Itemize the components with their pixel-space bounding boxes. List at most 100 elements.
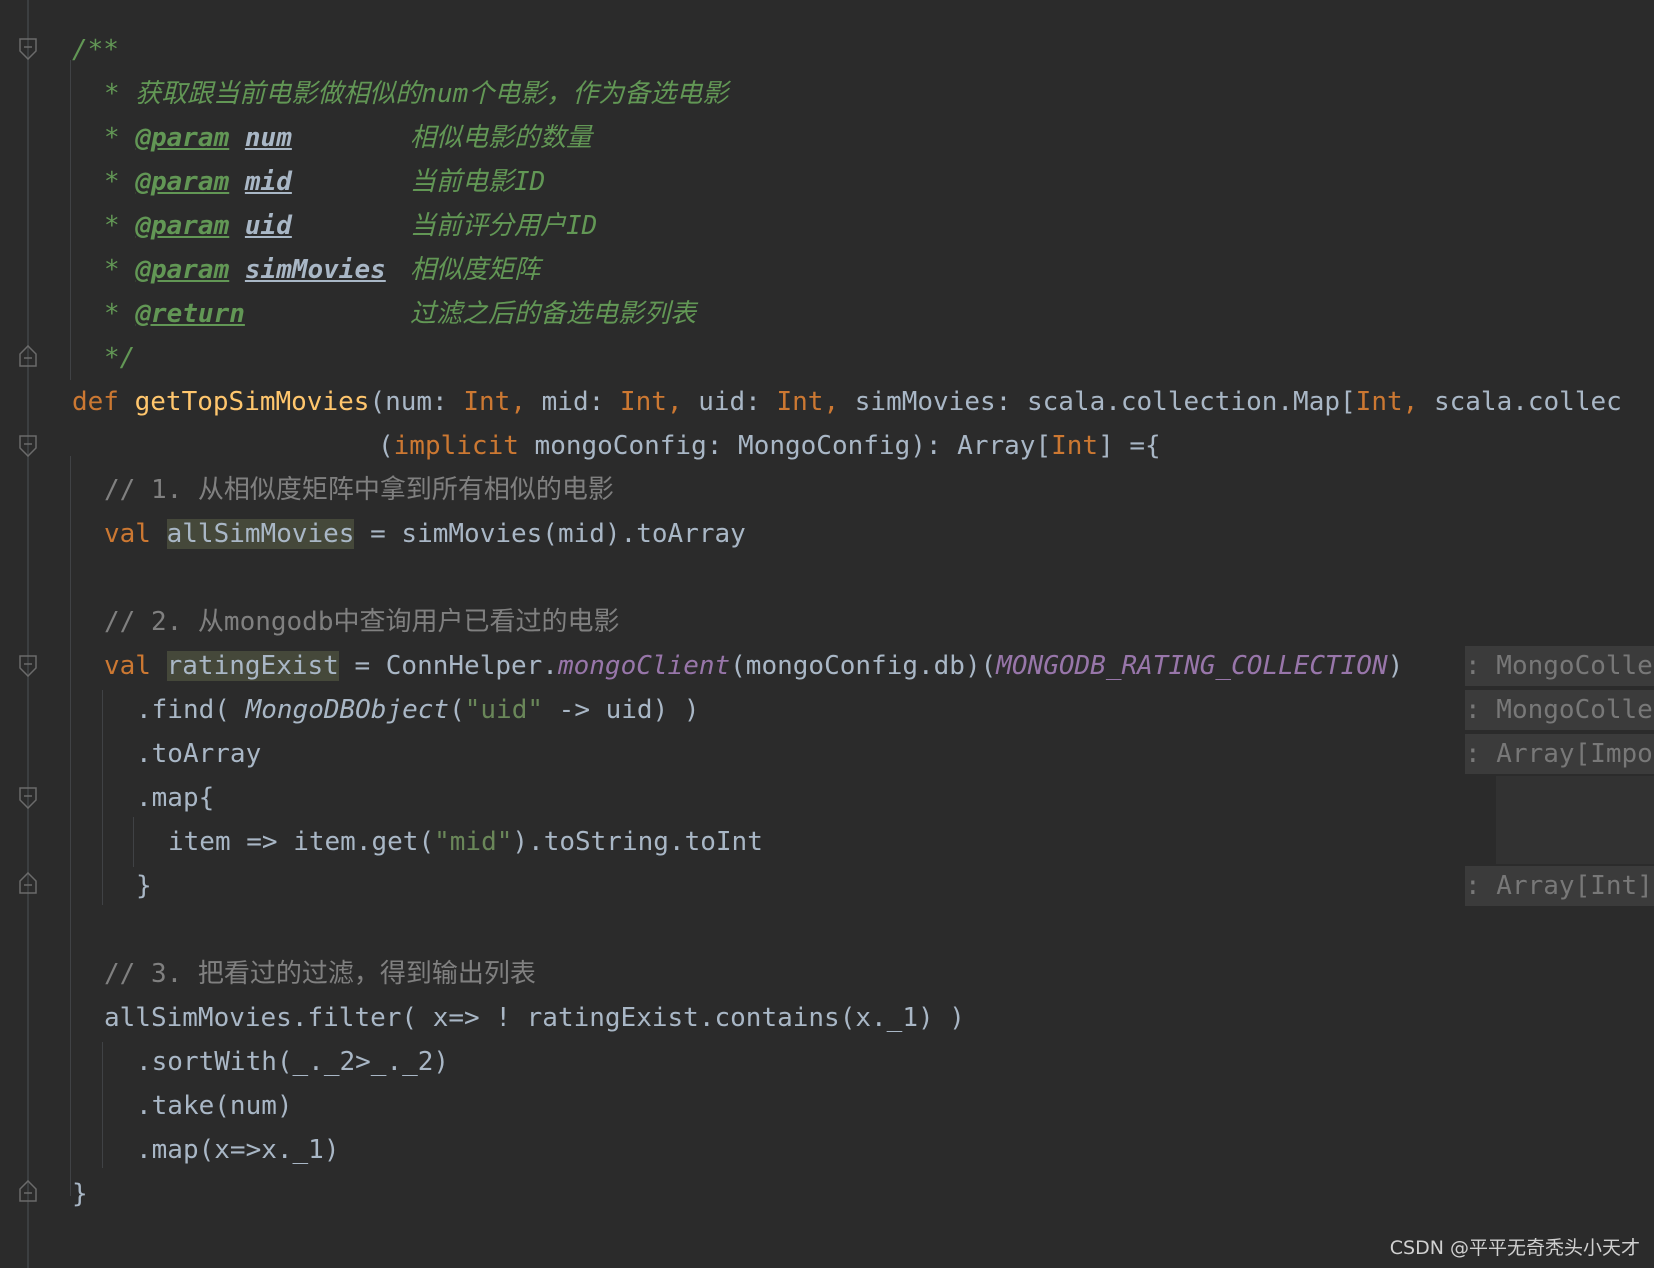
code-line[interactable]: // 1. 从相似度矩阵中拿到所有相似的电影 (104, 470, 614, 510)
code-token: item => item.get( (168, 827, 435, 857)
code-token: ] ={ (1098, 431, 1161, 461)
field-mongoClient: mongoClient (557, 651, 731, 681)
code-token: scala.collec (1433, 387, 1622, 417)
code-line[interactable]: * @param simMovies (104, 250, 386, 290)
doc-star: * (104, 167, 120, 197)
code-token: (num: (369, 387, 464, 417)
code-token: (mongoConfig.db)( (730, 651, 997, 681)
code-token: , (666, 387, 699, 417)
code-line[interactable]: .map(x=>x._1) (136, 1130, 340, 1170)
code-token: } (136, 871, 152, 901)
object-MongoDBObject: MongoDBObject (245, 695, 450, 725)
code-token: ) (1387, 651, 1404, 681)
param-name: simMovies (244, 255, 386, 285)
keyword-implicit: implicit (393, 431, 519, 461)
code-line[interactable]: */ (104, 338, 135, 378)
code-token: ( (449, 695, 465, 725)
return-desc: 过滤之后的备选电影列表 (410, 299, 697, 329)
type-hint-text: : Array[Impo (1465, 739, 1653, 769)
code-line[interactable]: } (72, 1174, 88, 1214)
type-hint-text: : Array[Int] (1465, 871, 1653, 901)
code-line[interactable]: * @param uid (104, 206, 292, 246)
code-line[interactable]: * 获取跟当前电影做相似的num个电影，作为备选电影 (104, 74, 728, 114)
code-line[interactable]: } (136, 866, 152, 906)
code-token: mid: (541, 387, 620, 417)
code-line[interactable]: 相似度矩阵 (410, 250, 540, 290)
type-hint-block (1496, 776, 1654, 864)
code-line[interactable]: 相似电影的数量 (410, 118, 592, 158)
type-int: Int (1051, 431, 1099, 461)
code-line[interactable]: * @return (104, 294, 245, 334)
fold-open-icon[interactable] (19, 435, 37, 457)
code-line[interactable]: 当前电影ID (410, 162, 545, 202)
code-line[interactable]: val ratingExist = ConnHelper.mongoClient… (104, 646, 1403, 686)
code-line[interactable]: item => item.get("mid").toString.toInt (168, 822, 763, 862)
code-line[interactable]: 当前评分用户ID (410, 206, 597, 246)
keyword-val: val (104, 519, 151, 549)
fold-close-icon[interactable] (19, 1180, 37, 1202)
param-desc: 当前电影ID (410, 167, 546, 197)
code-line[interactable]: .take(num) (136, 1086, 293, 1126)
code-line[interactable]: val allSimMovies = simMovies(mid).toArra… (104, 514, 746, 554)
code-token: , (1402, 387, 1434, 417)
variable-allSimMovies: allSimMovies (166, 519, 355, 549)
code-token: = simMovies(mid).toArray (354, 519, 746, 549)
variable-ratingExist: ratingExist (166, 651, 339, 681)
indent-guide (70, 456, 71, 1196)
code-line[interactable]: (implicit mongoConfig: MongoConfig): Arr… (378, 426, 1161, 466)
string-literal: "mid" (434, 827, 513, 857)
type-int: Int (463, 387, 511, 417)
code-line[interactable]: * @param mid (104, 162, 292, 202)
code-line[interactable]: .map{ (136, 778, 214, 818)
return-tag: @return (135, 299, 245, 329)
gutter-divider (27, 0, 29, 1268)
code-line[interactable]: /** (72, 30, 119, 70)
code-line[interactable]: // 3. 把看过的过滤，得到输出列表 (104, 954, 536, 994)
fold-open-icon[interactable] (19, 38, 37, 60)
param-name: num (244, 123, 292, 153)
doc-star: * (104, 211, 120, 241)
line-comment: // 3. 把看过的过滤，得到输出列表 (104, 959, 536, 989)
keyword-def: def (72, 387, 119, 417)
indent-guide (133, 817, 134, 867)
watermark: CSDN @平平无奇秃头小天才 (1389, 1237, 1640, 1259)
code-token: .find( (136, 695, 246, 725)
code-token: uid: (698, 387, 777, 417)
doc-comment-close: */ (104, 343, 136, 373)
fold-close-icon[interactable] (19, 345, 37, 367)
fold-open-icon[interactable] (19, 655, 37, 677)
indent-guide (102, 690, 103, 905)
code-token: } (72, 1179, 88, 1209)
code-line[interactable]: .toArray (136, 734, 261, 774)
code-line[interactable]: 过滤之后的备选电影列表 (410, 294, 696, 334)
code-line[interactable]: // 2. 从mongodb中查询用户已看过的电影 (104, 602, 620, 642)
code-token: .map{ (136, 783, 215, 813)
code-token: simMovies: scala.collection.Map[ (854, 387, 1356, 417)
indent-guide (102, 1042, 103, 1168)
code-token: .sortWith(_._2>_._2) (136, 1047, 450, 1077)
type-hint-text: : MongoColle (1465, 651, 1653, 681)
indent-guide (70, 60, 71, 380)
function-name: getTopSimMovies (134, 387, 370, 417)
code-line[interactable]: .find( MongoDBObject("uid" -> uid) ) (136, 690, 700, 730)
param-tag: @param (135, 167, 230, 197)
fold-open-icon[interactable] (19, 787, 37, 809)
doc-comment-open: /** (72, 35, 119, 65)
code-editor[interactable]: /** * 获取跟当前电影做相似的num个电影，作为备选电影 * @param … (0, 0, 1654, 1268)
type-int: Int (1355, 387, 1403, 417)
code-token: , (510, 387, 542, 417)
type-hint: : MongoColle (1465, 690, 1654, 730)
line-comment: // 1. 从相似度矩阵中拿到所有相似的电影 (104, 475, 614, 505)
code-token: ).toString.toInt (512, 827, 763, 857)
code-token: = ConnHelper. (338, 651, 558, 681)
param-desc: 当前评分用户ID (410, 211, 598, 241)
code-token: -> uid) ) (543, 695, 700, 725)
param-tag: @param (135, 211, 230, 241)
code-line[interactable]: .sortWith(_._2>_._2) (136, 1042, 449, 1082)
doc-star: * (104, 123, 120, 153)
type-hint: : Array[Impo (1465, 734, 1654, 774)
code-line[interactable]: * @param num (104, 118, 292, 158)
fold-close-icon[interactable] (19, 872, 37, 894)
code-line[interactable]: def getTopSimMovies(num: Int, mid: Int, … (72, 382, 1622, 422)
code-line[interactable]: allSimMovies.filter( x=> ! ratingExist.c… (104, 998, 965, 1038)
